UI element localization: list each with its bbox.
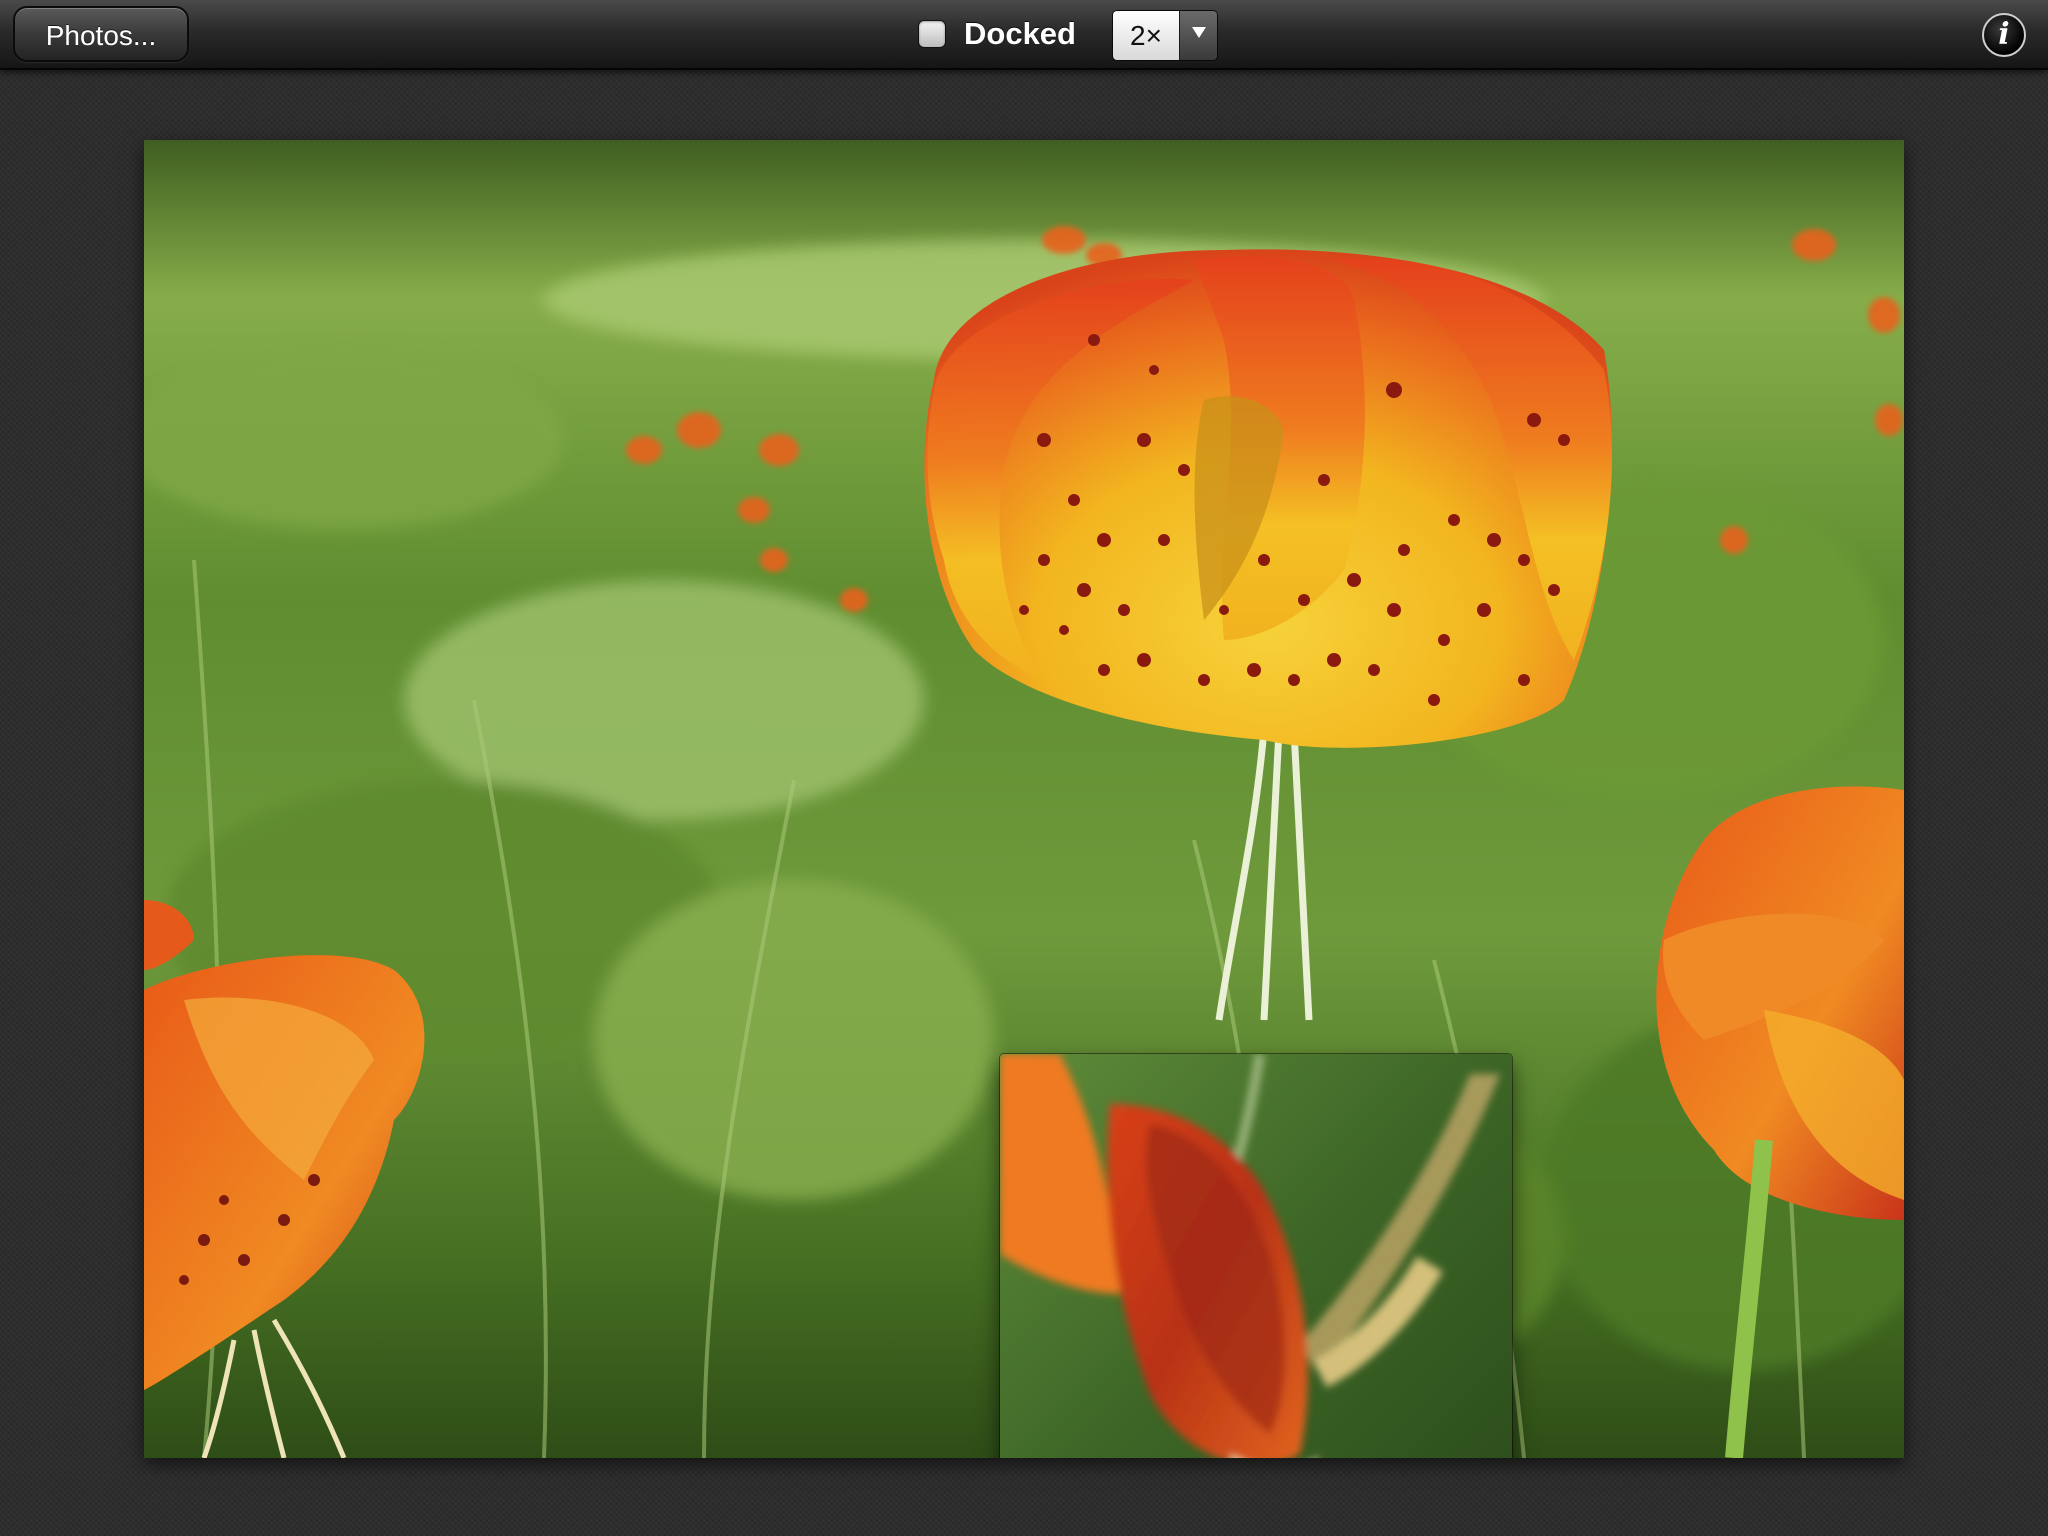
zoom-value: 2× [1113,11,1179,60]
top-toolbar: Photos... Docked 2× i [0,0,2048,70]
photo-view[interactable] [144,140,1904,1458]
zoom-dropdown-button[interactable] [1179,11,1217,60]
magnifier-loupe[interactable] [1000,1054,1512,1458]
app-window: Photos... Docked 2× i [0,0,2048,1536]
info-icon[interactable]: i [1982,13,2026,57]
docked-toggle[interactable]: Docked [918,0,1076,68]
chevron-down-icon [1191,27,1206,38]
magnified-detail [1000,1054,1512,1458]
docked-label: Docked [964,16,1076,51]
photos-button[interactable]: Photos... [13,6,189,62]
checkbox-icon[interactable] [918,20,946,48]
zoom-select[interactable]: 2× [1112,10,1218,61]
